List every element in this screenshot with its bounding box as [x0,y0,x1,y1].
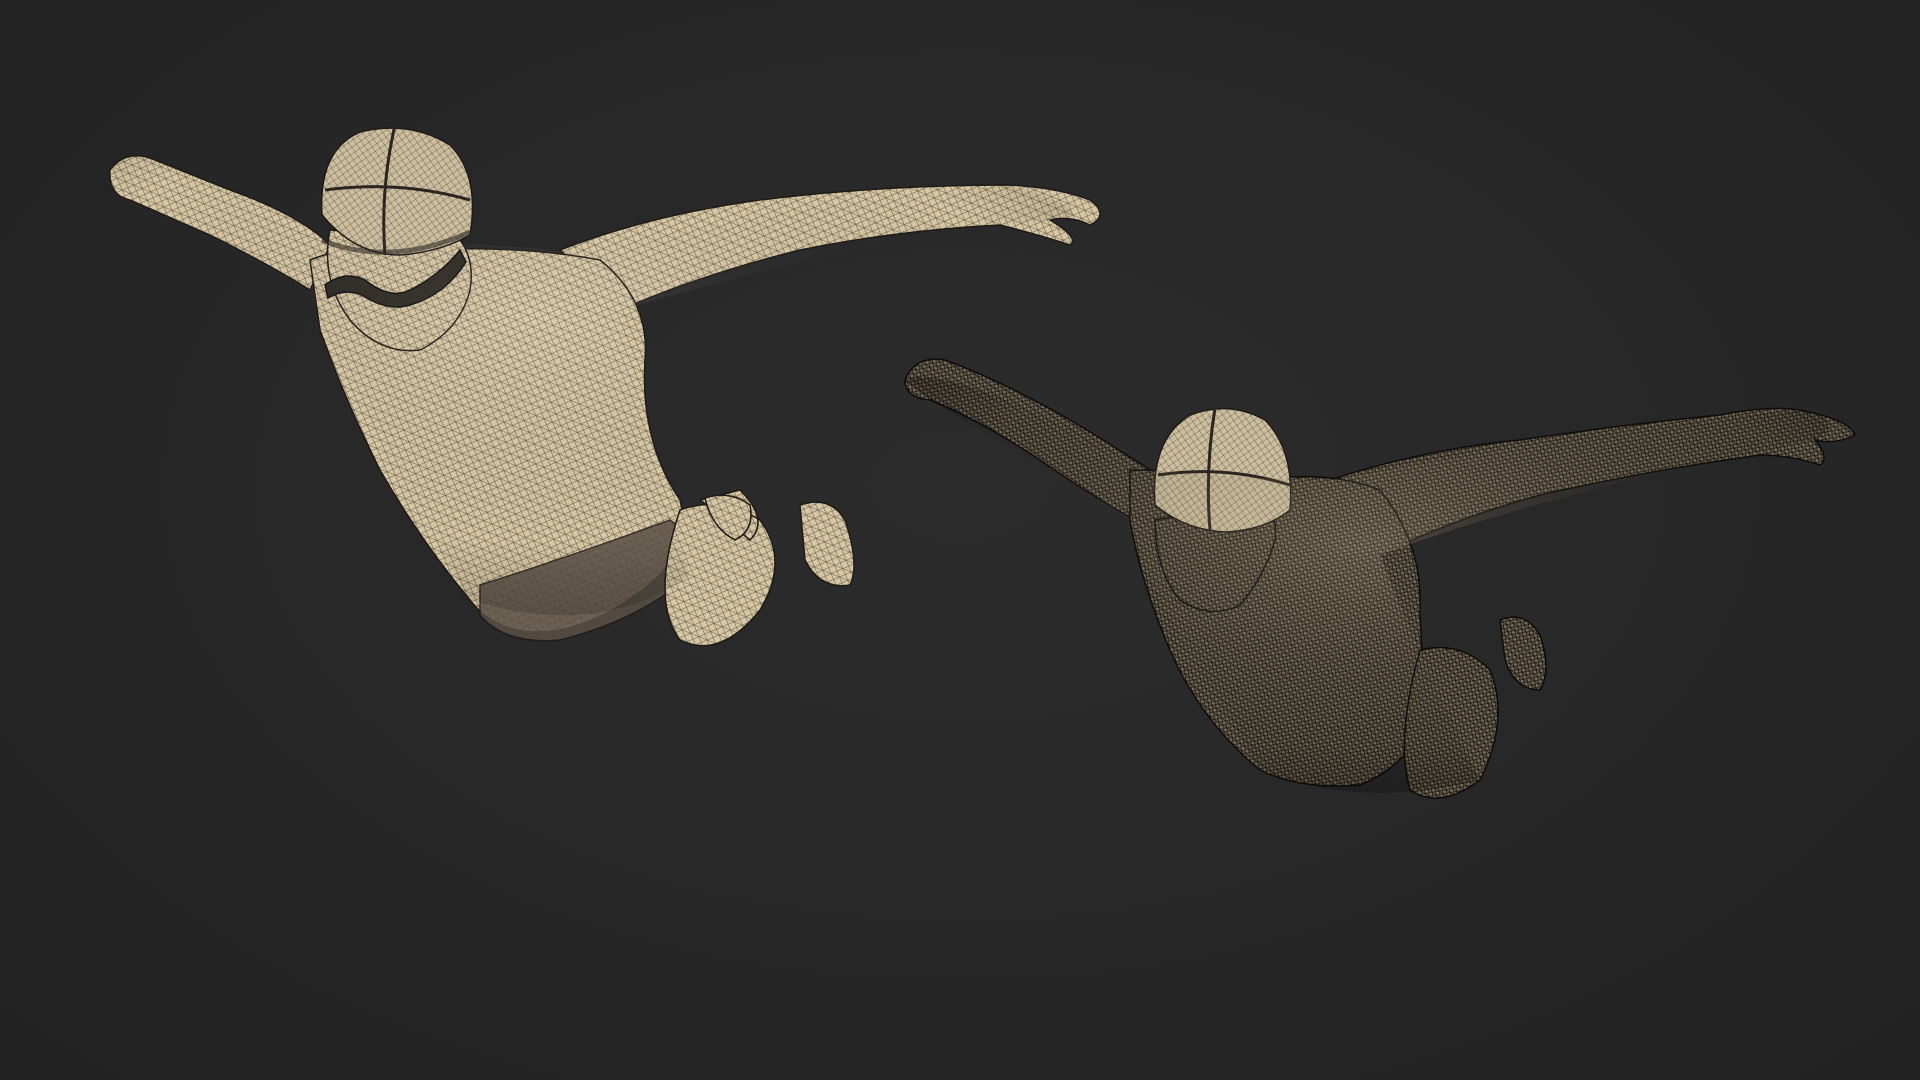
scene-canvas [109,124,1856,799]
swimmer-high-density-wireframe [904,358,1856,799]
render-viewport [0,0,1920,1080]
feet [1499,616,1547,691]
swim-cap [320,127,474,256]
